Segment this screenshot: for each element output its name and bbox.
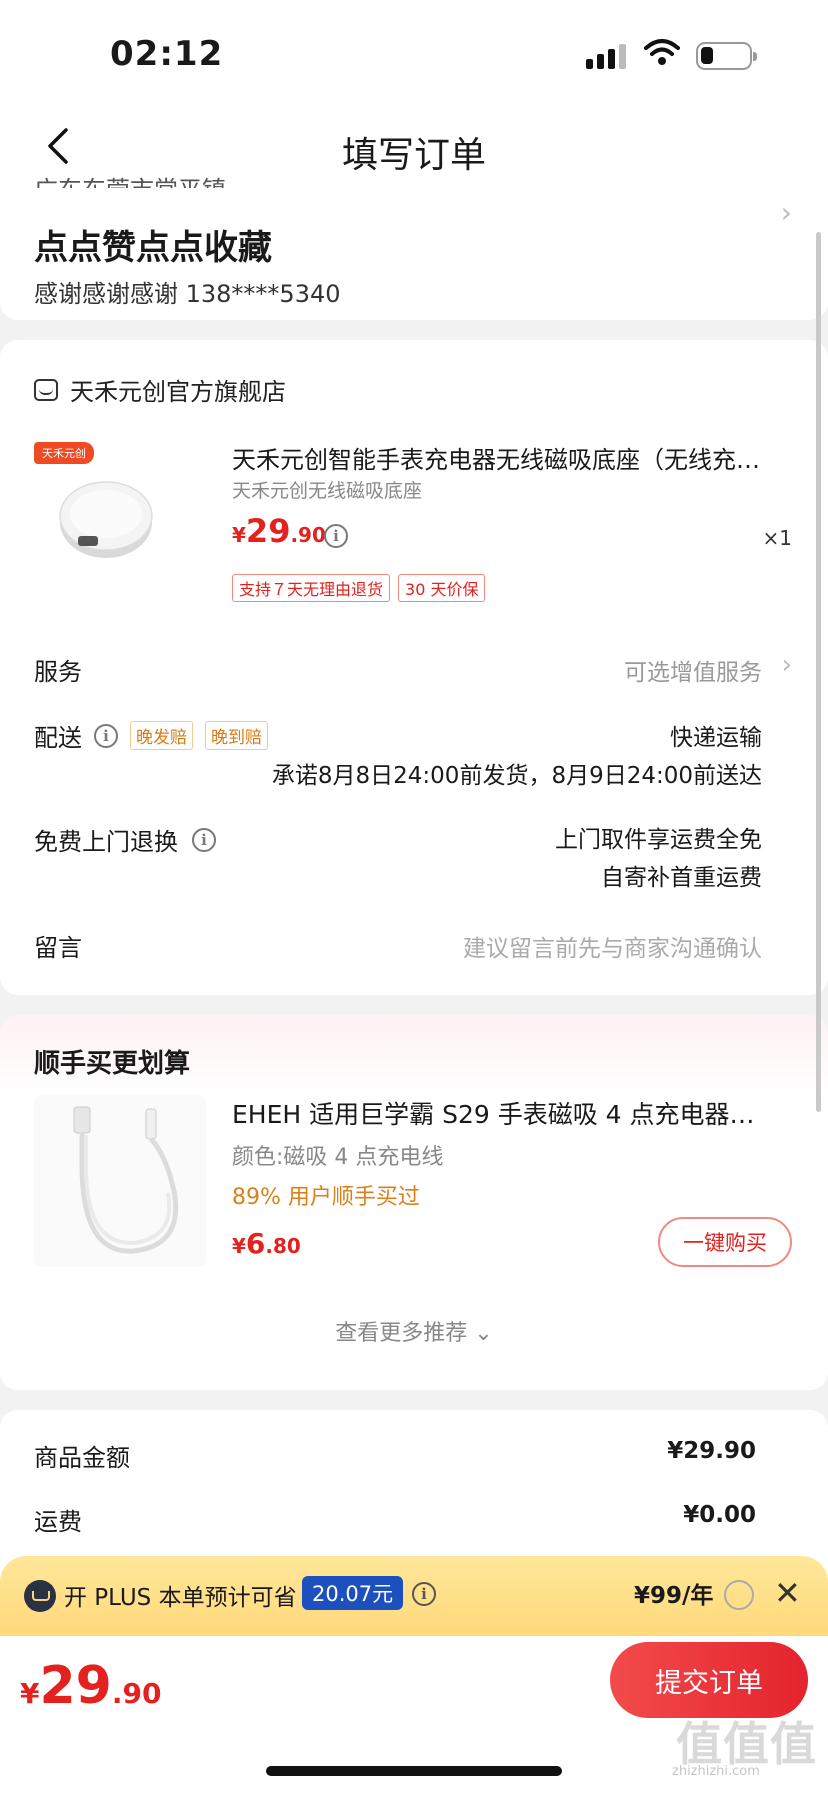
- info-icon[interactable]: i: [94, 723, 118, 748]
- return-line-1: 上门取件享运费全免: [555, 827, 762, 853]
- recommend-item-name[interactable]: EHEH 适用巨学霸 S29 手表磁吸 4 点充电器…: [232, 1095, 792, 1131]
- return-line-2: 自寄补首重运费: [601, 865, 762, 891]
- price-integer: 29: [39, 1656, 112, 1716]
- submit-order-button[interactable]: 提交订单: [610, 1642, 808, 1718]
- plus-price: ¥99/年: [634, 1583, 714, 1609]
- freight-value: ¥0.00: [683, 1502, 756, 1528]
- address-card[interactable]: 广东东莞市常平镇 点点赞点点收藏 感谢感谢感谢 138****5340 ›: [0, 176, 828, 320]
- address-contact: 感谢感谢感谢 138****5340: [34, 280, 341, 308]
- address-detail: 点点赞点点收藏: [34, 228, 272, 268]
- delivery-row-label: 配送 i 晚发赔 晚到赔: [34, 718, 268, 753]
- shop-icon: [34, 378, 58, 401]
- scrollbar[interactable]: [816, 232, 821, 1112]
- price-decimal: .80: [265, 1234, 301, 1258]
- recommend-item-spec: 颜色:磁吸 4 点充电线: [232, 1145, 444, 1170]
- bottom-bar: ¥29.90 提交订单 值值值 zhizhizhi.com: [0, 1636, 828, 1795]
- price-symbol: ¥: [232, 1234, 246, 1258]
- price-decimal: .90: [111, 1677, 162, 1710]
- shop-header[interactable]: 天禾元创官方旗舰店: [34, 372, 286, 407]
- status-time: 02:12: [110, 34, 224, 74]
- home-indicator[interactable]: [266, 1766, 562, 1776]
- product-tags: 支持７天无理由退货 30 天价保: [232, 574, 486, 602]
- total-price: ¥29.90: [20, 1656, 161, 1716]
- message-label: 留言: [34, 934, 82, 962]
- product-title[interactable]: 天禾元创智能手表充电器无线磁吸底座（无线充…: [232, 440, 792, 475]
- plus-logo-icon: [24, 1580, 56, 1612]
- service-label: 服务: [34, 658, 82, 686]
- price-symbol: ¥: [232, 523, 246, 547]
- info-icon[interactable]: i: [324, 524, 348, 548]
- product-quantity: ×1: [762, 526, 792, 550]
- return-policy-tag: 支持７天无理由退货: [232, 574, 391, 602]
- price-symbol: ¥: [20, 1677, 40, 1710]
- info-icon[interactable]: i: [412, 1582, 436, 1606]
- one-click-buy-button[interactable]: 一键购买: [658, 1217, 792, 1267]
- message-input[interactable]: 建议留言前先与商家沟通确认: [463, 929, 762, 963]
- battery-icon: [696, 42, 757, 70]
- status-bar: 02:12: [0, 0, 828, 110]
- return-row-label: 免费上门退换 i: [34, 822, 216, 857]
- see-more-recommend[interactable]: 查看更多推荐 ⌄: [0, 1315, 828, 1347]
- chevron-right-icon: ›: [781, 650, 792, 680]
- recommend-card: 顺手买更划算 EHEH 适用巨学霸 S29 手表磁吸 4 点充电器… 颜色:磁吸…: [0, 1015, 828, 1390]
- product-price: ¥29.90: [232, 512, 326, 550]
- wifi-icon: [644, 39, 680, 65]
- recommend-item-image[interactable]: [34, 1095, 206, 1267]
- goods-amount-label: 商品金额: [34, 1444, 130, 1472]
- brand-tag: 天禾元创: [34, 442, 94, 464]
- late-ship-tag: 晚发赔: [130, 721, 193, 750]
- service-value[interactable]: 可选增值服务: [624, 653, 762, 687]
- delivery-label: 配送: [34, 724, 82, 752]
- recommend-item-price: ¥6.80: [232, 1227, 301, 1260]
- return-label: 免费上门退换: [34, 828, 178, 856]
- delivery-promise: 承诺8月8日24:00前发货，8月9日24:00前送达: [271, 763, 762, 789]
- delivery-method[interactable]: 快递运输: [670, 718, 762, 752]
- goods-amount-value: ¥29.90: [667, 1438, 756, 1464]
- late-arrive-tag: 晚到赔: [205, 721, 268, 750]
- plus-select-radio[interactable]: [724, 1580, 754, 1610]
- price-integer: 6: [245, 1227, 266, 1260]
- address-region: 广东东莞市常平镇: [34, 170, 226, 188]
- recommend-item-popularity: 89% 用户顺手买过: [232, 1185, 420, 1210]
- freight-label: 运费: [34, 1508, 82, 1536]
- plus-text: 开 PLUS 本单预计可省: [64, 1585, 297, 1611]
- info-icon[interactable]: i: [192, 827, 216, 852]
- plus-banner[interactable]: 开 PLUS 本单预计可省 20.07元 i ¥99/年 ✕: [0, 1556, 828, 1636]
- price-integer: 29: [245, 512, 291, 550]
- close-icon[interactable]: ✕: [774, 1574, 801, 1612]
- watermark-url: zhizhizhi.com: [672, 1764, 760, 1779]
- cellular-signal-icon: [586, 44, 626, 69]
- chevron-right-icon: ›: [780, 196, 792, 229]
- product-spec: 天禾元创无线磁吸底座: [232, 480, 423, 502]
- recommend-title: 顺手买更划算: [34, 1049, 191, 1079]
- order-card: 天禾元创官方旗舰店 天禾元创 天禾元创智能手表充电器无线磁吸底座（无线充… 天禾…: [0, 340, 828, 995]
- price-protect-tag: 30 天价保: [398, 574, 486, 602]
- plus-save-badge: 20.07元: [302, 1576, 404, 1610]
- price-decimal: .90: [290, 523, 326, 547]
- shop-name: 天禾元创官方旗舰店: [70, 378, 286, 406]
